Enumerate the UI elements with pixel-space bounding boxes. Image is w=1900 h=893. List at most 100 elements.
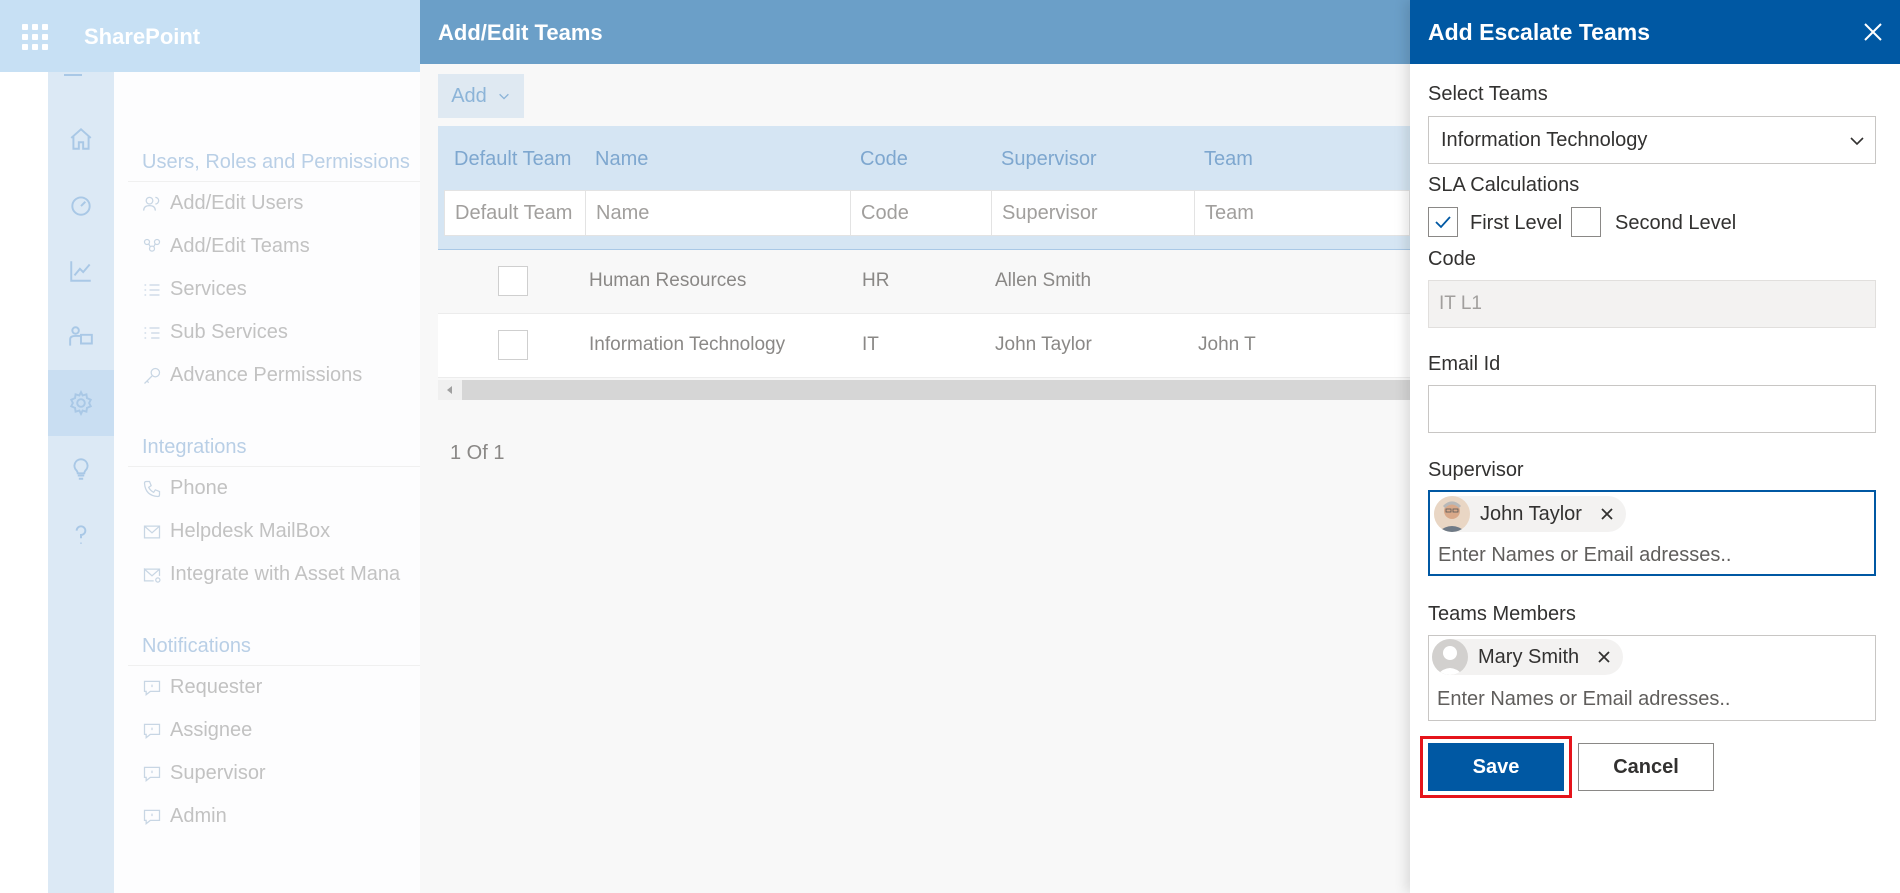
- teams-grid: Default Team Name Code Supervisor Team D…: [438, 126, 1410, 378]
- scroll-left-icon[interactable]: [438, 380, 462, 400]
- nav-add-edit-users[interactable]: Add/Edit Users: [128, 182, 428, 225]
- cell-supervisor: Allen Smith: [995, 270, 1092, 291]
- home-icon[interactable]: [48, 106, 114, 172]
- supervisor-chip-name: John Taylor: [1480, 502, 1582, 525]
- sublist-icon: [144, 326, 160, 339]
- nav-label: Assignee: [170, 719, 253, 741]
- teams-icon: [143, 238, 161, 252]
- column-header-default-team[interactable]: Default Team: [454, 148, 571, 171]
- select-teams-dropdown[interactable]: Information Technology: [1428, 116, 1876, 164]
- remove-chip-icon[interactable]: [1597, 650, 1611, 664]
- supervisor-label: Supervisor: [1428, 459, 1524, 481]
- checkmark-icon: [1435, 216, 1451, 229]
- nav-phone[interactable]: Phone: [128, 467, 428, 510]
- default-team-checkbox[interactable]: [498, 266, 528, 296]
- sharepoint-brand[interactable]: SharePoint: [84, 24, 200, 50]
- lightbulb-icon[interactable]: [48, 436, 114, 502]
- cell-code: IT: [862, 334, 879, 355]
- first-level-checkbox[interactable]: [1428, 207, 1458, 237]
- table-row[interactable]: Human Resources HR Allen Smith: [438, 250, 1410, 314]
- save-button[interactable]: Save: [1428, 743, 1564, 791]
- chevron-down-icon: [498, 93, 509, 100]
- nav-label: Integrate with Asset Mana: [170, 563, 401, 585]
- column-header-code[interactable]: Code: [860, 148, 908, 171]
- nav-requester[interactable]: Requester: [128, 666, 428, 709]
- nav-label: Advance Permissions: [170, 364, 363, 386]
- section-title-notifications: Notifications: [128, 626, 428, 666]
- nav-label: Add/Edit Users: [170, 192, 304, 214]
- member-chip-name: Mary Smith: [1478, 645, 1580, 668]
- add-button[interactable]: Add: [438, 74, 524, 118]
- settings-panel: Users, Roles and Permissions Add/Edit Us…: [114, 72, 428, 893]
- cell-name: Information Technology: [589, 334, 786, 355]
- nav-add-edit-teams[interactable]: Add/Edit Teams: [128, 225, 428, 268]
- nav-advance-permissions[interactable]: Advance Permissions: [128, 354, 428, 397]
- close-icon[interactable]: [1860, 19, 1886, 45]
- add-escalate-teams-panel: Add Escalate Teams Select Teams Informat…: [1410, 0, 1900, 893]
- speedometer-icon[interactable]: [48, 172, 114, 238]
- supervisor-people-picker[interactable]: John Taylor Enter Names or Email adresse…: [1428, 490, 1876, 576]
- nav-helpdesk-mailbox[interactable]: Helpdesk MailBox: [128, 510, 428, 553]
- column-header-supervisor[interactable]: Supervisor: [1001, 148, 1097, 171]
- filter-supervisor[interactable]: Supervisor: [991, 190, 1227, 236]
- filter-team[interactable]: Team: [1194, 190, 1410, 236]
- list-icon: [144, 283, 160, 296]
- grid-header: Default Team Name Code Supervisor Team D…: [438, 126, 1410, 250]
- add-edit-teams-panel: Add/Edit Teams Add Default Team Name Cod…: [420, 0, 1410, 893]
- teams-members-label: Teams Members: [1428, 603, 1576, 625]
- sla-calculations-label: SLA Calculations: [1428, 174, 1580, 196]
- remove-chip-icon[interactable]: [1600, 507, 1614, 521]
- filter-code[interactable]: Code: [850, 190, 1010, 236]
- nav-label: Sub Services: [170, 321, 288, 343]
- question-icon[interactable]: [48, 502, 114, 568]
- chevron-down-icon: [1850, 137, 1864, 146]
- cell-code: HR: [862, 270, 890, 291]
- code-field: IT L1: [1428, 280, 1876, 328]
- nav-services[interactable]: Services: [128, 268, 428, 311]
- teams-panel-title: Add/Edit Teams: [420, 0, 1410, 64]
- nav-label: Add/Edit Teams: [170, 235, 310, 257]
- chart-icon[interactable]: [48, 238, 114, 304]
- member-chip[interactable]: Mary Smith: [1432, 639, 1624, 675]
- first-level-label: First Level: [1470, 212, 1563, 234]
- nav-supervisor[interactable]: Supervisor: [128, 752, 428, 795]
- supervisor-chip[interactable]: John Taylor: [1434, 496, 1626, 532]
- column-header-name[interactable]: Name: [595, 148, 648, 171]
- table-row[interactable]: Information Technology IT John Taylor Jo…: [438, 314, 1410, 378]
- default-team-checkbox[interactable]: [498, 330, 528, 360]
- mail-settings-icon: [143, 567, 161, 583]
- filter-default-team[interactable]: Default Team: [444, 190, 602, 236]
- nav-label: Services: [170, 278, 247, 300]
- people-board-icon[interactable]: [48, 304, 114, 370]
- second-level-checkbox[interactable]: [1571, 207, 1601, 237]
- pager: 1 Of 1: [450, 442, 505, 464]
- nav-assignee[interactable]: Assignee: [128, 709, 428, 752]
- supervisor-input[interactable]: Enter Names or Email adresses..: [1438, 544, 1731, 567]
- users-icon: [143, 196, 160, 211]
- nav-label: Helpdesk MailBox: [170, 520, 331, 542]
- filter-name[interactable]: Name: [585, 190, 895, 236]
- horizontal-scrollbar[interactable]: [438, 380, 1410, 400]
- comment-icon: [143, 809, 161, 825]
- cancel-button[interactable]: Cancel: [1578, 743, 1714, 791]
- nav-sub-services[interactable]: Sub Services: [128, 311, 428, 354]
- avatar: [1432, 639, 1468, 675]
- gear-icon[interactable]: [48, 370, 114, 436]
- cell-name: Human Resources: [589, 270, 747, 291]
- nav-label: Supervisor: [170, 762, 266, 784]
- select-teams-value: Information Technology: [1441, 129, 1648, 151]
- nav-integrate-asset[interactable]: Integrate with Asset Mana: [128, 553, 428, 596]
- nav-label: Admin: [170, 805, 227, 827]
- section-title-users: Users, Roles and Permissions: [128, 142, 428, 182]
- comment-icon: [143, 723, 161, 739]
- app-launcher-icon[interactable]: [22, 24, 48, 50]
- mail-icon: [143, 525, 161, 538]
- teams-members-people-picker[interactable]: Mary Smith Enter Names or Email adresses…: [1428, 635, 1876, 721]
- nav-label: Requester: [170, 676, 263, 698]
- nav-admin[interactable]: Admin: [128, 795, 428, 838]
- column-header-team[interactable]: Team: [1204, 148, 1253, 171]
- teams-members-input[interactable]: Enter Names or Email adresses..: [1437, 688, 1730, 711]
- email-id-field[interactable]: [1428, 385, 1876, 433]
- settings-nav: Users, Roles and Permissions Add/Edit Us…: [128, 142, 428, 838]
- phone-icon: [143, 480, 161, 497]
